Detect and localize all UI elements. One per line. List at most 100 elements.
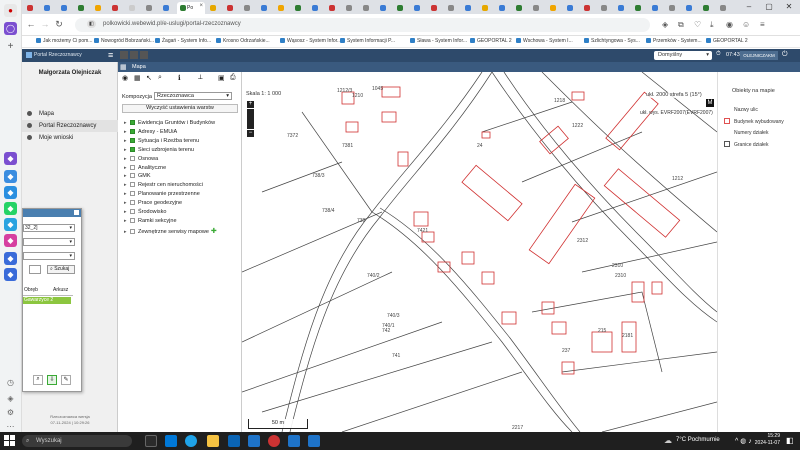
image-icon[interactable]: ▣ bbox=[218, 74, 225, 82]
whatsapp-icon[interactable]: ◆ bbox=[4, 202, 17, 215]
layer-checkbox[interactable] bbox=[130, 120, 135, 125]
back-icon[interactable]: ← bbox=[26, 19, 36, 29]
layer-checkbox[interactable] bbox=[130, 164, 135, 170]
export-icon[interactable]: ⇩ bbox=[47, 375, 57, 385]
outlook-icon[interactable] bbox=[228, 435, 240, 447]
zoom-out-button[interactable]: − bbox=[247, 130, 254, 137]
composition-select[interactable]: Rzeczoznawca ▾ bbox=[154, 92, 232, 100]
toolbar-icon-3[interactable] bbox=[140, 51, 148, 59]
app-icon-2[interactable]: ◆ bbox=[4, 170, 17, 183]
layer-item[interactable]: ▸ Prace geodezyjne bbox=[124, 200, 182, 208]
browser-tab[interactable] bbox=[92, 2, 106, 14]
profile-icon[interactable]: ☺ bbox=[742, 20, 750, 29]
layer-checkbox[interactable] bbox=[130, 191, 135, 197]
settings-icon[interactable]: ⚙ bbox=[4, 406, 17, 419]
results-row[interactable]: Gawarzyce 2 bbox=[23, 297, 71, 304]
browser-tab[interactable] bbox=[58, 2, 72, 14]
bookmark-item[interactable]: Wschowa - System I... bbox=[516, 38, 573, 44]
expand-icon[interactable]: ▸ bbox=[124, 182, 128, 188]
expand-icon[interactable]: ▸ bbox=[124, 147, 128, 153]
browser-tab[interactable] bbox=[700, 2, 714, 14]
bookmark-item[interactable]: GEOPORTAL 2 bbox=[706, 38, 748, 44]
search-button[interactable]: ⌕ Szukaj bbox=[47, 265, 75, 274]
word-icon-2[interactable] bbox=[308, 435, 320, 447]
browser-tab[interactable] bbox=[666, 2, 680, 14]
browser-tab[interactable] bbox=[275, 2, 289, 14]
bookmark-item[interactable]: GEOPORTAL 2 bbox=[470, 38, 512, 44]
bookmark-item[interactable]: Nowogród Bobrzański... bbox=[94, 38, 154, 44]
measure-icon[interactable]: ⟂ bbox=[198, 74, 203, 82]
layer-checkbox[interactable] bbox=[130, 182, 135, 188]
browser-tab[interactable] bbox=[632, 2, 646, 14]
layer-item[interactable]: ▸ Sytuacja i Rzeźba terenu bbox=[124, 137, 199, 146]
browser-tab[interactable] bbox=[143, 2, 157, 14]
layer-item[interactable]: ▸ Planowanie przestrzenne bbox=[124, 191, 200, 199]
telegram-icon[interactable]: ◆ bbox=[4, 218, 17, 231]
app-icon-1[interactable]: ◆ bbox=[4, 152, 17, 165]
expand-icon[interactable]: ▸ bbox=[124, 120, 128, 126]
bookmark-item[interactable]: Sława - System Infor... bbox=[410, 38, 467, 44]
layer-checkbox[interactable] bbox=[130, 155, 135, 161]
layer-checkbox[interactable] bbox=[130, 228, 135, 234]
browser-tab[interactable] bbox=[241, 2, 255, 14]
layer-checkbox[interactable] bbox=[130, 128, 135, 134]
layer-item[interactable]: ▸ Osnowa bbox=[124, 155, 158, 164]
layer-item[interactable]: ▸ Adresy - EMUiA bbox=[124, 128, 177, 137]
shield-icon[interactable]: ◈ bbox=[662, 20, 668, 29]
layer-item[interactable]: ▸ Zewnętrzne serwisy mapowe ✚ bbox=[124, 227, 217, 235]
browser-tab[interactable] bbox=[224, 2, 238, 14]
browser-tab[interactable] bbox=[109, 2, 123, 14]
toolbar-icon-2[interactable] bbox=[130, 51, 138, 59]
browser-tab[interactable] bbox=[683, 2, 697, 14]
layer-item[interactable]: ▸ Ewidencja Gruntów i Budynków bbox=[124, 120, 215, 128]
word-icon[interactable] bbox=[288, 435, 300, 447]
nav-item-portal[interactable]: Portal Rzeczoznawcy bbox=[22, 120, 118, 132]
app-icon-4[interactable]: ◆ bbox=[4, 268, 17, 281]
layer-checkbox[interactable] bbox=[130, 146, 135, 152]
window-close-icon[interactable] bbox=[74, 210, 79, 215]
expand-icon[interactable]: ▸ bbox=[124, 156, 128, 162]
nav-item-wnioski[interactable]: Moje wnioski bbox=[22, 132, 118, 144]
layers-icon[interactable]: ◉ bbox=[122, 74, 128, 82]
browser-tab[interactable] bbox=[24, 2, 38, 14]
close-window-icon[interactable]: ✕ bbox=[780, 2, 798, 11]
layer-checkbox[interactable] bbox=[130, 200, 135, 206]
add-service-icon[interactable]: ✚ bbox=[209, 228, 217, 235]
browser-tab[interactable] bbox=[75, 2, 89, 14]
edge-icon[interactable] bbox=[185, 435, 197, 447]
close-tab-icon[interactable]: × bbox=[199, 3, 203, 9]
parcel-number-input[interactable] bbox=[29, 265, 41, 274]
nav-item-mapa[interactable]: Mapa bbox=[22, 108, 118, 120]
add-icon[interactable]: + bbox=[4, 40, 17, 53]
bookmark-item[interactable]: Jak możemy Ci pom... bbox=[36, 38, 92, 44]
clock-icon[interactable]: ◷ bbox=[4, 376, 17, 389]
weather-text[interactable]: 7°C Pochmurnie bbox=[676, 437, 720, 443]
zoom-in-button[interactable]: + bbox=[247, 101, 254, 108]
clock[interactable]: 15:29 2024-11-07 bbox=[754, 433, 780, 447]
browser-tab[interactable] bbox=[615, 2, 629, 14]
browser-tab[interactable] bbox=[207, 2, 221, 14]
site-info-icon[interactable]: ◧ bbox=[87, 20, 96, 28]
forward-icon[interactable]: → bbox=[40, 19, 50, 29]
layer-checkbox[interactable] bbox=[130, 173, 135, 179]
grid-icon[interactable]: ▦ bbox=[134, 74, 141, 82]
browser-tab[interactable] bbox=[581, 2, 595, 14]
expand-icon[interactable]: ▸ bbox=[124, 138, 128, 144]
edit-icon[interactable]: ✎ bbox=[61, 375, 71, 385]
camera-icon[interactable]: ◉ bbox=[726, 20, 733, 29]
reload-icon[interactable]: ↻ bbox=[54, 19, 64, 30]
browser-tab[interactable] bbox=[377, 2, 391, 14]
layer-item[interactable]: ▸ Sieci uzbrojenia terenu bbox=[124, 146, 194, 155]
layer-item[interactable]: ▸ Ramki sekcyjne bbox=[124, 217, 177, 226]
window-titlebar[interactable] bbox=[23, 209, 81, 217]
browser-tab[interactable] bbox=[411, 2, 425, 14]
layer-checkbox[interactable] bbox=[130, 137, 135, 143]
browser-tab[interactable] bbox=[513, 2, 527, 14]
browser-icon[interactable] bbox=[268, 435, 280, 447]
instagram-icon[interactable]: ◆ bbox=[4, 234, 17, 247]
browser-tab[interactable] bbox=[462, 2, 476, 14]
browser-tab[interactable] bbox=[717, 2, 731, 14]
start-icon[interactable] bbox=[4, 435, 15, 446]
browser-tab[interactable] bbox=[258, 2, 272, 14]
account-button[interactable]: OLEJNICZAKM bbox=[740, 51, 778, 60]
